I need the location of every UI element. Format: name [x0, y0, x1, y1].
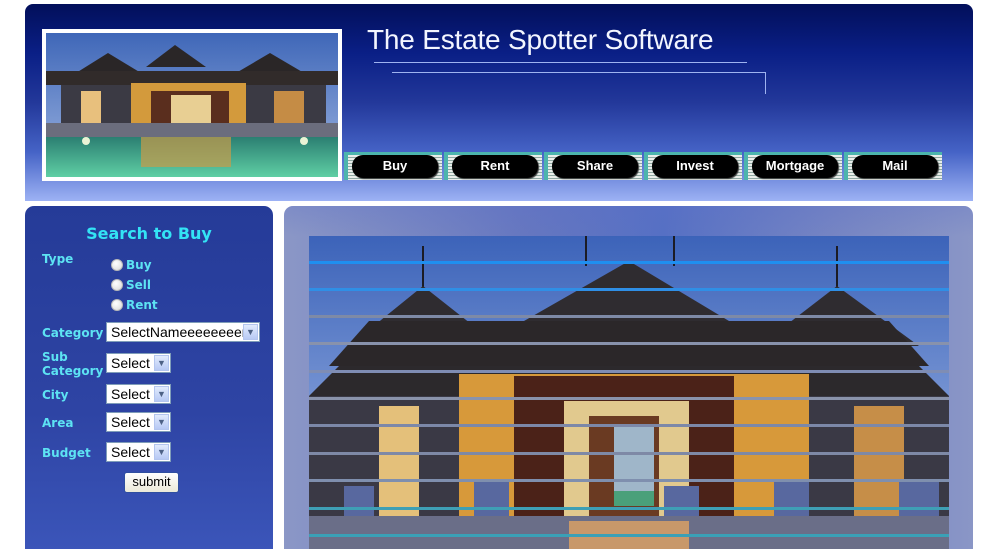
nav-item-mortgage[interactable]: Mortgage: [744, 152, 842, 180]
decorative-line: [374, 62, 747, 63]
chevron-down-icon[interactable]: ▼: [154, 444, 169, 460]
chevron-down-icon[interactable]: ▼: [154, 414, 169, 430]
radio-unchecked-icon[interactable]: [111, 259, 123, 271]
category-select[interactable]: SelectNameeeeeeeer ▼: [106, 322, 260, 342]
subcategory-label: Sub Category: [42, 350, 103, 378]
transition-stripe: [309, 479, 949, 482]
category-select-value: SelectNameeeeeeeer: [111, 324, 247, 340]
area-select[interactable]: Select ▼: [106, 412, 171, 432]
nav-share-button[interactable]: Share: [552, 155, 638, 178]
transition-stripe: [309, 288, 949, 291]
city-select-value: Select: [111, 386, 150, 402]
search-panel-title: Search to Buy: [86, 224, 212, 243]
budget-label: Budget: [42, 446, 91, 460]
transition-stripe: [309, 261, 949, 264]
nav-invest-button[interactable]: Invest: [652, 155, 738, 178]
category-label: Category: [42, 326, 104, 340]
app-title: The Estate Spotter Software: [367, 24, 714, 55]
radio-label-buy[interactable]: Buy: [126, 258, 152, 272]
subcategory-select[interactable]: Select ▼: [106, 353, 171, 373]
main-content-panel: [284, 206, 973, 549]
nav-item-rent[interactable]: Rent: [444, 152, 542, 180]
type-label: Type: [42, 252, 74, 266]
chevron-down-icon[interactable]: ▼: [154, 355, 169, 371]
radio-label-sell[interactable]: Sell: [126, 278, 151, 292]
chevron-down-icon[interactable]: ▼: [243, 324, 258, 340]
nav-rent-button[interactable]: Rent: [452, 155, 538, 178]
nav-buy-button[interactable]: Buy: [352, 155, 438, 178]
city-select[interactable]: Select ▼: [106, 384, 171, 404]
subcategory-label-line2: Category: [42, 364, 104, 378]
transition-stripe: [309, 424, 949, 427]
submit-button[interactable]: submit: [124, 472, 179, 493]
transition-stripe: [309, 315, 949, 318]
area-label: Area: [42, 416, 74, 430]
nav-item-share[interactable]: Share: [544, 152, 642, 180]
transition-stripe: [309, 534, 949, 537]
budget-select[interactable]: Select ▼: [106, 442, 171, 462]
slideshow-image: [309, 236, 949, 549]
search-panel: Search to Buy Type Buy Sell Rent Categor…: [25, 206, 273, 549]
radio-label-rent[interactable]: Rent: [126, 298, 158, 312]
nav-mortgage-button[interactable]: Mortgage: [752, 155, 838, 178]
subcategory-label-line1: Sub: [42, 350, 68, 364]
nav-mail-button[interactable]: Mail: [852, 155, 938, 178]
area-select-value: Select: [111, 414, 150, 430]
nav-item-mail[interactable]: Mail: [844, 152, 942, 180]
transition-stripe: [309, 370, 949, 373]
transition-stripe: [309, 507, 949, 510]
villa-slideshow[interactable]: [309, 236, 949, 549]
header-banner: The Estate Spotter Software Buy Rent Sha…: [25, 4, 973, 201]
panel-shade: [284, 206, 973, 236]
header-villa-photo: [42, 29, 342, 181]
radio-option-sell[interactable]: Sell: [111, 278, 151, 292]
main-nav: Buy Rent Share Invest Mortgage Mail: [344, 152, 944, 180]
radio-option-rent[interactable]: Rent: [111, 298, 158, 312]
radio-unchecked-icon[interactable]: [111, 279, 123, 291]
city-label: City: [42, 388, 69, 402]
decorative-line: [392, 72, 766, 73]
chevron-down-icon[interactable]: ▼: [154, 386, 169, 402]
villa-image: [46, 33, 338, 177]
radio-option-buy[interactable]: Buy: [111, 258, 152, 272]
transition-stripe: [309, 452, 949, 455]
nav-item-buy[interactable]: Buy: [344, 152, 442, 180]
decorative-line: [765, 72, 766, 94]
subcategory-select-value: Select: [111, 355, 150, 371]
transition-stripe: [309, 342, 949, 345]
budget-select-value: Select: [111, 444, 150, 460]
radio-unchecked-icon[interactable]: [111, 299, 123, 311]
nav-item-invest[interactable]: Invest: [644, 152, 742, 180]
transition-stripe: [309, 397, 949, 400]
